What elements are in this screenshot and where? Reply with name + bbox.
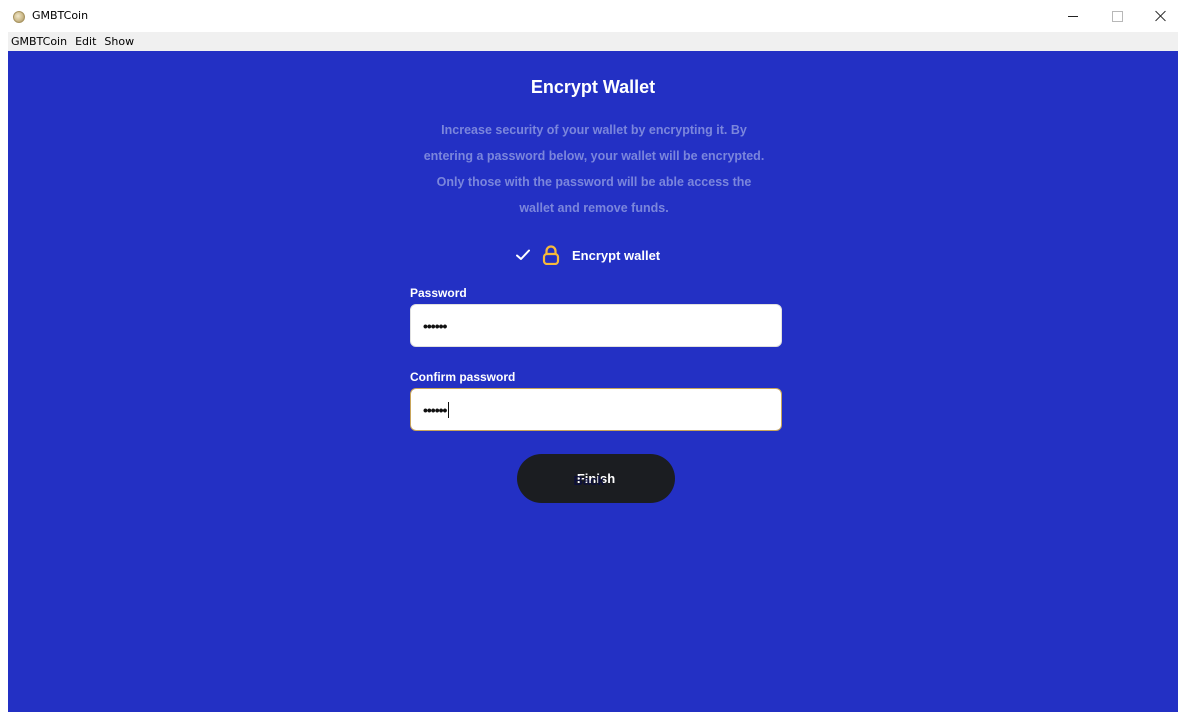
menu-edit[interactable]: Edit	[72, 35, 99, 48]
page-description: Increase security of your wallet by encr…	[423, 123, 765, 215]
menu-show[interactable]: Show	[101, 35, 137, 48]
password-label: Password	[410, 286, 467, 300]
title-bar: GMBTCoin	[0, 0, 1178, 32]
close-icon	[1155, 10, 1167, 22]
maximize-button[interactable]	[1094, 0, 1140, 32]
back-link[interactable]: Back	[573, 473, 604, 488]
window-title: GMBTCoin	[32, 9, 89, 22]
encrypt-wallet-panel: Encrypt Wallet Increase security of your…	[8, 51, 1178, 712]
gmbtcoin-coin-icon	[13, 11, 25, 23]
password-value: ••••••	[423, 317, 447, 334]
maximize-icon	[1111, 10, 1123, 22]
text-caret	[448, 401, 450, 418]
confirm-password-label: Confirm password	[410, 370, 516, 384]
minimize-icon	[1068, 15, 1078, 17]
page-title: Encrypt Wallet	[530, 77, 656, 97]
confirm-password-value: ••••••	[423, 401, 447, 418]
password-field[interactable]: ••••••	[410, 304, 782, 347]
lock-icon	[542, 245, 560, 266]
encrypt-wallet-toggle[interactable]: Encrypt wallet	[516, 244, 660, 266]
encrypt-wallet-label: Encrypt wallet	[572, 247, 661, 263]
checkmark-icon[interactable]	[516, 248, 530, 262]
menu-bar: GMBTCoin Edit Show	[8, 32, 1178, 51]
close-button[interactable]	[1138, 0, 1178, 32]
menu-gmbtcoin[interactable]: GMBTCoin	[8, 35, 70, 48]
app-window: GMBTCoin GMBTCoin Edit Show Encrypt Wall…	[0, 0, 1178, 712]
minimize-button[interactable]	[1050, 0, 1096, 32]
back-link-row: Back	[0, 473, 1178, 488]
confirm-password-field[interactable]: ••••••	[410, 388, 782, 431]
